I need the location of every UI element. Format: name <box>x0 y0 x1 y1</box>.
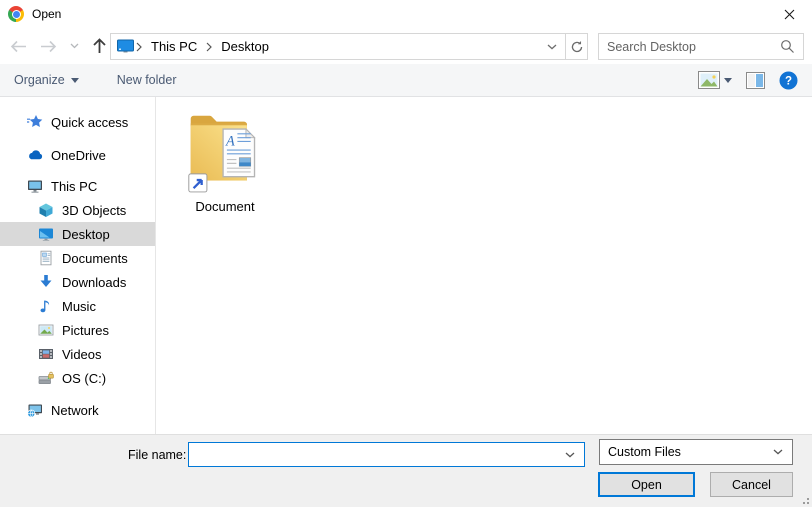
recent-locations-button[interactable] <box>68 41 81 51</box>
chevron-down-icon <box>724 78 732 83</box>
documents-icon <box>38 250 54 266</box>
sidebar-item-videos[interactable]: Videos <box>0 342 155 366</box>
sidebar-item-label: 3D Objects <box>62 203 126 218</box>
file-type-value: Custom Files <box>600 445 764 459</box>
sidebar-item-label: Network <box>51 403 99 418</box>
breadcrumb-chevron-icon[interactable] <box>204 42 214 52</box>
breadcrumb-chevron-icon[interactable] <box>134 42 144 52</box>
sidebar-item-documents[interactable]: Documents <box>0 246 155 270</box>
close-button[interactable] <box>766 0 812 28</box>
downloads-icon <box>38 274 54 290</box>
sidebar-item-network[interactable]: Network <box>0 398 155 422</box>
window-title: Open <box>32 7 61 21</box>
file-list-area[interactable]: A Document <box>157 97 812 434</box>
organize-label: Organize <box>14 73 65 87</box>
chevron-down-icon <box>71 78 79 83</box>
sidebar-item-label: Quick access <box>51 115 128 130</box>
change-view-button[interactable] <box>696 69 734 91</box>
dialog-footer: File name: Custom Files Open Cancel <box>0 434 812 507</box>
sidebar-item-label: OS (C:) <box>62 371 106 386</box>
sidebar-item-os-c[interactable]: OS (C:) <box>0 366 155 390</box>
cancel-button[interactable]: Cancel <box>710 472 793 497</box>
file-name-label: File name: <box>128 448 186 462</box>
forward-arrow-icon <box>40 40 57 53</box>
sidebar-item-onedrive[interactable]: OneDrive <box>0 143 155 167</box>
organize-button[interactable]: Organize <box>6 64 87 96</box>
location-monitor-icon <box>117 39 134 54</box>
file-name-input[interactable] <box>189 443 556 466</box>
file-item-document[interactable]: A Document <box>175 105 275 214</box>
file-item-label: Document <box>195 199 254 214</box>
sidebar-item-quick-access[interactable]: Quick access <box>0 110 155 134</box>
folder-shortcut-icon: A <box>185 105 265 197</box>
music-icon <box>38 298 54 314</box>
resize-grip[interactable] <box>800 495 810 505</box>
open-dialog: Open <box>0 0 812 507</box>
network-icon <box>27 402 43 418</box>
onedrive-icon <box>27 147 43 163</box>
command-toolbar: Organize New folder <box>0 64 812 97</box>
address-dropdown-button[interactable] <box>539 34 565 59</box>
3d-objects-icon <box>38 202 54 218</box>
file-name-combobox <box>188 442 585 467</box>
videos-icon <box>38 346 54 362</box>
up-button[interactable] <box>90 36 109 56</box>
chrome-logo-icon <box>8 6 24 22</box>
sidebar-item-label: Desktop <box>62 227 110 242</box>
preview-pane-icon <box>746 72 765 89</box>
back-arrow-icon <box>10 40 27 53</box>
pictures-icon <box>38 322 54 338</box>
sidebar-item-this-pc[interactable]: This PC <box>0 174 155 198</box>
breadcrumb-desktop[interactable]: Desktop <box>214 34 276 59</box>
sidebar-item-label: OneDrive <box>51 148 106 163</box>
search-input[interactable] <box>599 40 778 54</box>
sidebar-item-label: Videos <box>62 347 102 362</box>
forward-button[interactable] <box>38 38 59 55</box>
refresh-button[interactable] <box>566 34 587 59</box>
sidebar-item-label: This PC <box>51 179 97 194</box>
close-icon <box>784 9 795 20</box>
title-bar: Open <box>0 0 812 28</box>
chevron-down-icon <box>547 44 557 50</box>
file-name-dropdown-button[interactable] <box>556 452 584 458</box>
sidebar-item-music[interactable]: Music <box>0 294 155 318</box>
open-button[interactable]: Open <box>598 472 695 497</box>
new-folder-button[interactable]: New folder <box>109 64 185 96</box>
view-thumbnail-icon <box>698 71 720 89</box>
back-button[interactable] <box>8 38 29 55</box>
sidebar-item-3d-objects[interactable]: 3D Objects <box>0 198 155 222</box>
address-bar[interactable]: This PC Desktop <box>110 33 588 60</box>
refresh-icon <box>570 40 584 54</box>
os-c-drive-icon <box>38 370 54 386</box>
sidebar-item-label: Pictures <box>62 323 109 338</box>
navigation-bar: This PC Desktop <box>0 28 812 64</box>
this-pc-icon <box>27 178 43 194</box>
breadcrumb-this-pc[interactable]: This PC <box>144 34 204 59</box>
sidebar-item-downloads[interactable]: Downloads <box>0 270 155 294</box>
sidebar-item-desktop[interactable]: Desktop <box>0 222 155 246</box>
sidebar-item-label: Downloads <box>62 275 126 290</box>
sidebar-item-pictures[interactable]: Pictures <box>0 318 155 342</box>
up-arrow-icon <box>92 38 107 54</box>
navigation-pane: Quick access OneDrive This PC 3D Ob <box>0 97 156 434</box>
help-icon: ? <box>779 71 798 90</box>
svg-text:A: A <box>225 133 235 149</box>
file-type-select[interactable]: Custom Files <box>599 439 793 465</box>
search-box <box>598 33 804 60</box>
sidebar-item-label: Documents <box>62 251 128 266</box>
file-type-dropdown-button[interactable] <box>764 449 792 455</box>
desktop-icon <box>38 226 54 242</box>
chevron-down-icon <box>773 449 783 455</box>
help-button[interactable]: ? <box>777 69 800 92</box>
sidebar-item-label: Music <box>62 299 96 314</box>
quick-access-icon <box>27 114 43 130</box>
svg-text:?: ? <box>785 75 792 87</box>
chevron-down-icon <box>70 43 79 49</box>
chevron-down-icon <box>565 452 575 458</box>
preview-pane-button[interactable] <box>744 70 767 91</box>
new-folder-label: New folder <box>117 73 177 87</box>
search-icon[interactable] <box>778 39 803 54</box>
